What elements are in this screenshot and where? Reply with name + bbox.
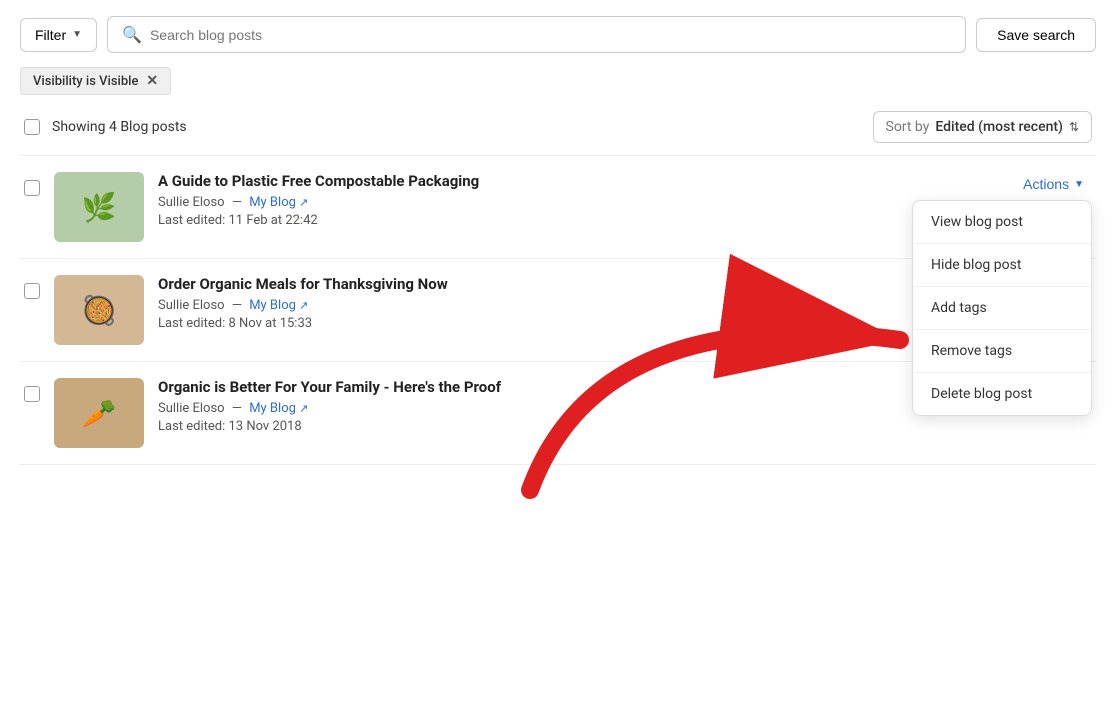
actions-dropdown-menu: View blog post Hide blog post Add tags R…: [912, 200, 1092, 416]
search-input[interactable]: [150, 27, 951, 43]
action-delete-blog-post[interactable]: Delete blog post: [913, 373, 1091, 415]
filter-label: Filter: [35, 27, 66, 43]
row-1-blog-link[interactable]: My Blog ↗: [249, 298, 308, 313]
row-1-external-icon: ↗: [299, 299, 308, 312]
select-all-checkbox[interactable]: [24, 119, 40, 135]
row-0-actions-area: Actions ▼ View blog post Hide blog post …: [1015, 172, 1092, 196]
table-row: 🌿 A Guide to Plastic Free Compostable Pa…: [20, 156, 1096, 259]
row-0-title: A Guide to Plastic Free Compostable Pack…: [158, 172, 1001, 190]
action-remove-tags[interactable]: Remove tags: [913, 330, 1091, 373]
row-2-author-name: Sullie Eloso: [158, 401, 225, 416]
row-2-dash: —: [232, 401, 242, 416]
search-bar: 🔍: [107, 16, 966, 53]
row-0-date: Last edited: 11 Feb at 22:42: [158, 213, 1001, 228]
row-0-actions-button[interactable]: Actions ▼: [1015, 172, 1092, 196]
row-0-checkbox[interactable]: [24, 180, 40, 196]
list-header-left: Showing 4 Blog posts: [24, 119, 187, 135]
row-2-checkbox[interactable]: [24, 386, 40, 402]
row-2-thumb-image: 🥕: [54, 378, 144, 448]
showing-count: Showing 4 Blog posts: [52, 119, 187, 135]
action-add-tags[interactable]: Add tags: [913, 287, 1091, 330]
save-search-button[interactable]: Save search: [976, 18, 1096, 52]
row-1-thumbnail: 🥘: [54, 275, 144, 345]
row-0-thumb-image: 🌿: [54, 172, 144, 242]
sort-prefix: Sort by: [886, 119, 930, 135]
row-0-checkbox-wrap: [24, 172, 40, 200]
row-0-author: Sullie Eloso — My Blog ↗: [158, 195, 1001, 210]
row-1-checkbox-wrap: [24, 275, 40, 303]
action-hide-blog-post[interactable]: Hide blog post: [913, 244, 1091, 287]
row-0-info: A Guide to Plastic Free Compostable Pack…: [158, 172, 1001, 228]
row-2-date: Last edited: 13 Nov 2018: [158, 419, 1078, 434]
row-2-external-icon: ↗: [299, 402, 308, 415]
action-view-blog-post[interactable]: View blog post: [913, 201, 1091, 244]
actions-label: Actions: [1023, 176, 1069, 192]
filter-button[interactable]: Filter ▼: [20, 18, 97, 52]
search-icon: 🔍: [122, 25, 142, 44]
list-header: Showing 4 Blog posts Sort by Edited (mos…: [20, 111, 1096, 143]
remove-filter-tag-button[interactable]: ✕: [146, 73, 158, 89]
row-1-author-name: Sullie Eloso: [158, 298, 225, 313]
row-1-checkbox[interactable]: [24, 283, 40, 299]
row-0-thumbnail: 🌿: [54, 172, 144, 242]
row-0-author-name: Sullie Eloso: [158, 195, 225, 210]
filter-tag-label: Visibility is Visible: [33, 74, 138, 89]
row-1-thumb-image: 🥘: [54, 275, 144, 345]
sort-dropdown[interactable]: Sort by Edited (most recent) ⇅: [873, 111, 1093, 143]
filter-tags-bar: Visibility is Visible ✕: [20, 67, 1096, 95]
row-0-dash: —: [232, 195, 242, 210]
sort-arrows-icon: ⇅: [1069, 120, 1079, 134]
row-2-blog-link[interactable]: My Blog ↗: [249, 401, 308, 416]
row-0-blog-link[interactable]: My Blog ↗: [249, 195, 308, 210]
row-1-dash: —: [232, 298, 242, 313]
visibility-filter-tag: Visibility is Visible ✕: [20, 67, 171, 95]
actions-chevron-icon: ▼: [1074, 179, 1084, 190]
top-bar: Filter ▼ 🔍 Save search: [20, 16, 1096, 53]
main-container: Filter ▼ 🔍 Save search Visibility is Vis…: [0, 0, 1116, 706]
row-2-thumbnail: 🥕: [54, 378, 144, 448]
row-2-checkbox-wrap: [24, 378, 40, 406]
save-search-label: Save search: [997, 27, 1075, 43]
filter-chevron-icon: ▼: [72, 29, 82, 40]
blog-list: 🌿 A Guide to Plastic Free Compostable Pa…: [20, 155, 1096, 465]
sort-value: Edited (most recent): [935, 119, 1063, 135]
row-0-external-icon: ↗: [299, 196, 308, 209]
